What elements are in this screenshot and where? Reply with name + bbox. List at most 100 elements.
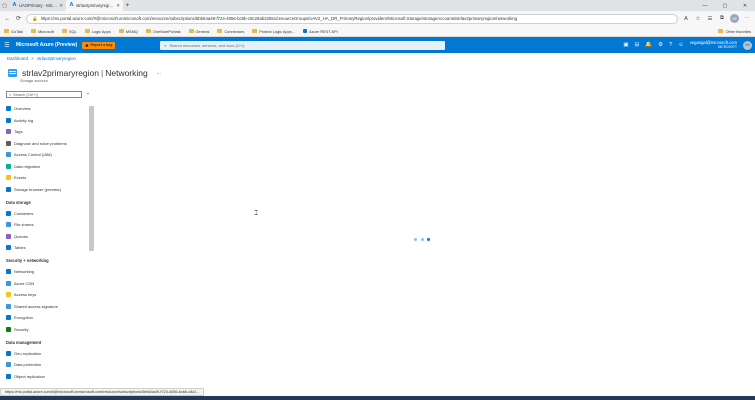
azure-top-bar: ☰ Microsoft Azure (Preview) ✱ Report a b…: [0, 37, 755, 53]
feedback-icon[interactable]: ☺: [678, 42, 684, 48]
table-icon: [6, 245, 11, 251]
menu-search-input[interactable]: ⌕ Search (Ctrl+/): [6, 91, 82, 98]
close-tab-icon[interactable]: ✕: [116, 3, 120, 9]
azure-favicon-icon: A: [12, 2, 17, 8]
sidebar-item-geo-replication[interactable]: Geo-replication: [6, 348, 86, 360]
close-window-icon[interactable]: ✕: [735, 0, 755, 11]
mouse-cursor-icon: ⌶: [254, 210, 259, 217]
lock-icon: 🔒: [32, 15, 38, 21]
cloud-shell-icon[interactable]: ▣: [623, 42, 628, 48]
favorite-protect-logic-apps[interactable]: Protect Logic Apps...: [252, 29, 295, 34]
account-avatar[interactable]: VK: [743, 40, 752, 50]
breadcrumb-dashboard[interactable]: Dashboard: [7, 56, 28, 61]
browser-tab-uaoprimary[interactable]: A UAOPrimary - Microsoft Azure ✕: [9, 0, 66, 11]
resource-menu-list: Overview Activity log Tags Diagnose and …: [6, 103, 86, 382]
global-search-input[interactable]: ⌕ Search resources, services, and docs (…: [160, 40, 446, 50]
window-controls: — ▢ ✕: [695, 0, 755, 11]
minimize-icon[interactable]: —: [695, 0, 715, 11]
sidebar-item-object-replication[interactable]: Object replication: [6, 371, 86, 383]
account-info[interactable]: vegangal@microsoft.com MICROSOFT: [690, 40, 737, 50]
favorites-list-icon[interactable]: ☰: [706, 16, 714, 22]
collections-icon[interactable]: ⧉: [718, 15, 726, 22]
new-tab-button[interactable]: +: [123, 0, 132, 11]
sidebar-item-access-control[interactable]: Access Control (IAM): [6, 149, 86, 161]
blade-header: strlav2primaryregion | Networking ...: [7, 67, 161, 78]
networking-icon: [6, 269, 11, 275]
people-icon: [6, 152, 11, 158]
sidebar-item-networking[interactable]: Networking: [6, 266, 86, 278]
favorite-connectors[interactable]: Connectors: [217, 29, 244, 34]
sidebar-item-tables[interactable]: Tables: [6, 242, 86, 254]
sidebar-item-encryption[interactable]: Encryption: [6, 312, 86, 324]
sidebar-item-data-protection[interactable]: Data protection: [6, 359, 86, 371]
sidebar-item-azure-cdn[interactable]: Azure CDN: [6, 278, 86, 290]
menu-scrollbar[interactable]: [89, 106, 94, 251]
browser-tab-title: UAOPrimary - Microsoft Azure: [19, 3, 57, 8]
lock-icon: [6, 315, 11, 321]
directory-filter-icon[interactable]: ⊟: [635, 42, 640, 48]
sidebar-item-data-migration[interactable]: Data migration: [6, 161, 86, 173]
sidebar-item-queues[interactable]: Queues: [6, 231, 86, 243]
sidebar-item-access-keys[interactable]: Access keys: [6, 289, 86, 301]
sidebar-item-storage-browser[interactable]: Storage browser (preview): [6, 184, 86, 196]
more-actions-icon[interactable]: ...: [157, 70, 161, 76]
favorite-azure-rest-api[interactable]: Azure REST API: [302, 29, 338, 34]
read-aloud-icon[interactable]: A: [682, 16, 690, 22]
migration-icon: [6, 163, 11, 169]
back-arrow-icon[interactable]: ←: [4, 16, 11, 22]
refresh-icon[interactable]: ⟳: [15, 15, 22, 22]
breadcrumb-separator: >: [31, 56, 34, 61]
favorite-general[interactable]: General: [188, 29, 209, 34]
notifications-icon[interactable]: 🔔: [645, 42, 652, 48]
sidebar-item-diagnose[interactable]: Diagnose and solve problems: [6, 138, 86, 150]
favorite-logic-apps[interactable]: Logic Apps: [84, 29, 111, 34]
browser-tab-title: strlav2primaryregion - Microsoft Azure: [76, 3, 114, 8]
other-favorites[interactable]: Other favorites: [718, 29, 751, 34]
folder-icon: [718, 29, 724, 33]
help-icon[interactable]: ?: [669, 42, 672, 48]
sidebar-item-tags[interactable]: Tags: [6, 126, 86, 138]
maximize-icon[interactable]: ▢: [715, 0, 735, 11]
link-favicon-icon: [302, 29, 307, 33]
sidebar-item-activity-log[interactable]: Activity log: [6, 115, 86, 127]
portal-menu-icon[interactable]: ☰: [3, 42, 11, 49]
tag-icon: [6, 129, 11, 135]
favorite-sql[interactable]: SQL: [61, 29, 77, 34]
collapse-menu-icon[interactable]: «: [87, 91, 90, 96]
favorite-gotalk[interactable]: GoTalk: [4, 29, 23, 34]
sidebar-item-shared-access-signature[interactable]: Shared access signature: [6, 301, 86, 313]
sidebar-item-events[interactable]: Events: [6, 172, 86, 184]
favorite-msmq[interactable]: MSMQ: [118, 29, 138, 34]
favorite-microsoft[interactable]: Microsoft: [31, 29, 54, 34]
storage-account-icon: [7, 67, 18, 78]
folder-icon: [84, 29, 90, 33]
tab-actions-icon[interactable]: ▢: [0, 0, 9, 11]
close-tab-icon[interactable]: ✕: [59, 3, 63, 9]
url-field[interactable]: 🔒 https://ms.portal.azure.com/#@microsof…: [26, 13, 678, 24]
sidebar-item-security[interactable]: Security: [6, 324, 86, 336]
browser-tab-strlav2primaryregion[interactable]: A strlav2primaryregion - Microsoft Azure…: [66, 0, 123, 11]
settings-gear-icon[interactable]: ⚙: [658, 42, 663, 48]
report-bug-button[interactable]: ✱ Report a bug: [82, 41, 116, 49]
link-status-bar: https://ms.portal.azure.com/#@microsoft.…: [0, 388, 205, 396]
wrench-icon: [6, 140, 11, 146]
storage-browser-icon: [6, 186, 11, 192]
folder-icon: [31, 29, 37, 33]
more-options-icon[interactable]: ⋯: [743, 16, 751, 22]
sidebar-item-overview[interactable]: Overview: [6, 103, 86, 115]
browser-profile-avatar[interactable]: VK: [730, 14, 739, 23]
page-title: strlav2primaryregion | Networking: [22, 67, 148, 78]
favorite-star-icon[interactable]: ☆: [694, 16, 702, 22]
folder-icon: [61, 29, 67, 33]
folder-icon: [4, 29, 9, 33]
azure-brand[interactable]: Microsoft Azure (Preview): [16, 42, 77, 48]
loading-dot: [420, 238, 424, 241]
favorites-bar: GoTalk Microsoft SQL Logic Apps MSMQ One…: [0, 26, 755, 37]
sidebar-item-containers[interactable]: Containers: [6, 208, 86, 220]
sidebar-item-file-shares[interactable]: File shares: [6, 219, 86, 231]
key-icon: [6, 292, 11, 298]
breadcrumb-resource[interactable]: strlav2primaryregion: [37, 56, 76, 61]
bug-icon: ✱: [85, 43, 89, 48]
folder-icon: [118, 29, 124, 33]
favorite-onenoteportals[interactable]: OneNotePortals: [145, 29, 181, 34]
